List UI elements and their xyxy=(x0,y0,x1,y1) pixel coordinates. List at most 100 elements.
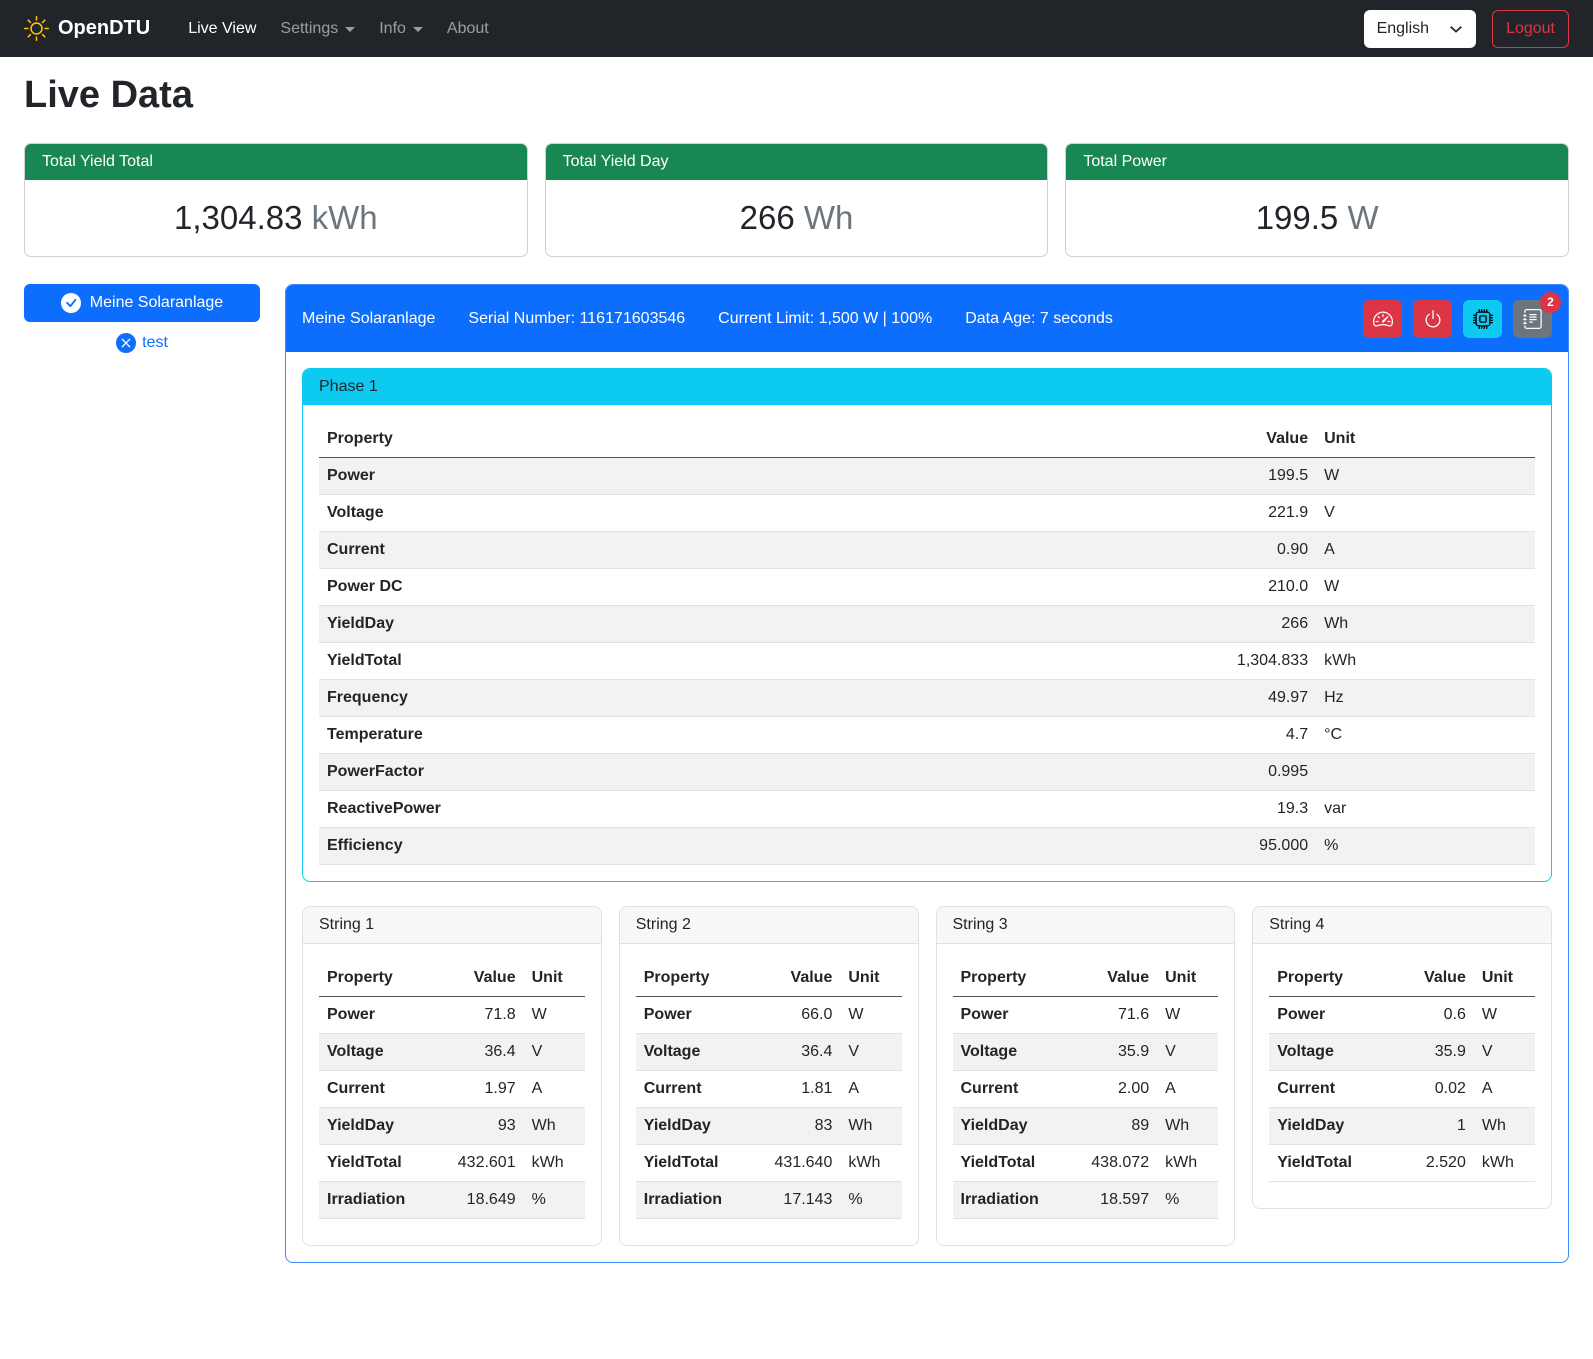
table-header-row: Property Value Unit xyxy=(1269,960,1535,997)
property-cell: Voltage xyxy=(319,495,1024,532)
unit-cell: var xyxy=(1316,791,1535,828)
event-log-button[interactable]: 2 xyxy=(1513,300,1552,338)
value-cell: 66.0 xyxy=(755,997,840,1034)
inverter-sidebar: Meine Solaranlage test xyxy=(24,284,260,353)
table-row: YieldDay83Wh xyxy=(636,1108,902,1145)
inverter-item-test[interactable]: test xyxy=(24,333,260,353)
nav-item-info[interactable]: Info xyxy=(369,12,433,46)
property-cell: Power xyxy=(319,997,439,1034)
property-cell: Voltage xyxy=(636,1034,756,1071)
check-circle-icon xyxy=(61,293,81,313)
value-cell: 18.597 xyxy=(1072,1182,1157,1219)
column-header-unit: Unit xyxy=(840,960,901,997)
summary-card-value: 1,304.83 xyxy=(174,199,302,236)
power-button[interactable] xyxy=(1413,300,1452,338)
phase-card: Phase 1 Property Value Unit Power199.5WV… xyxy=(302,368,1552,882)
column-header-property: Property xyxy=(319,421,1024,458)
table-row: YieldDay93Wh xyxy=(319,1108,585,1145)
unit-cell: kWh xyxy=(840,1145,901,1182)
table-row: Power199.5W xyxy=(319,458,1535,495)
inverter-select-label: Meine Solaranlage xyxy=(90,294,223,312)
summary-card-total-yield-day: Total Yield Day 266 Wh xyxy=(545,143,1049,257)
value-cell: 438.072 xyxy=(1072,1145,1157,1182)
table-row: Power0.6W xyxy=(1269,997,1535,1034)
value-cell: 221.9 xyxy=(1024,495,1316,532)
journal-text-icon xyxy=(1523,309,1543,329)
table-row: YieldDay89Wh xyxy=(953,1108,1219,1145)
table-row: Power71.6W xyxy=(953,997,1219,1034)
table-row: YieldTotal432.601kWh xyxy=(319,1145,585,1182)
table-row: Irradiation17.143% xyxy=(636,1182,902,1219)
string-card: String 3 Property Value Unit xyxy=(936,906,1236,1246)
table-row: Efficiency95.000% xyxy=(319,828,1535,865)
property-cell: YieldDay xyxy=(636,1108,756,1145)
value-cell: 431.640 xyxy=(755,1145,840,1182)
value-cell: 1.81 xyxy=(755,1071,840,1108)
unit-cell: % xyxy=(524,1182,585,1219)
unit-cell: W xyxy=(840,997,901,1034)
column-header-value: Value xyxy=(439,960,524,997)
device-info-button[interactable] xyxy=(1463,300,1502,338)
nav-item-label: About xyxy=(447,20,489,38)
language-select-value: English xyxy=(1377,20,1429,38)
string-card: String 4 Property Value Unit xyxy=(1252,906,1552,1209)
unit-cell: Wh xyxy=(840,1108,901,1145)
value-cell: 199.5 xyxy=(1024,458,1316,495)
unit-cell: A xyxy=(1474,1071,1535,1108)
table-row: YieldTotal438.072kWh xyxy=(953,1145,1219,1182)
language-select[interactable]: English xyxy=(1364,10,1476,48)
property-cell: YieldTotal xyxy=(953,1145,1073,1182)
value-cell: 36.4 xyxy=(439,1034,524,1071)
property-cell: Power xyxy=(636,997,756,1034)
unit-cell: W xyxy=(1157,997,1218,1034)
table-row: ReactivePower19.3var xyxy=(319,791,1535,828)
table-row: Current1.81A xyxy=(636,1071,902,1108)
summary-card-unit: kWh xyxy=(312,199,378,236)
brand[interactable]: OpenDTU xyxy=(24,16,150,41)
table-row: Power DC210.0W xyxy=(319,569,1535,606)
unit-cell: W xyxy=(1474,997,1535,1034)
value-cell: 19.3 xyxy=(1024,791,1316,828)
unit-cell: A xyxy=(1157,1071,1218,1108)
logout-button[interactable]: Logout xyxy=(1492,10,1569,48)
limit-settings-button[interactable] xyxy=(1363,300,1402,338)
value-cell: 0.90 xyxy=(1024,532,1316,569)
inverter-select-button[interactable]: Meine Solaranlage xyxy=(24,284,260,322)
unit-cell: °C xyxy=(1316,717,1535,754)
event-count-badge: 2 xyxy=(1540,292,1561,313)
summary-card-value: 266 xyxy=(740,199,795,236)
property-cell: Power DC xyxy=(319,569,1024,606)
nav-links: Live View Settings Info About xyxy=(178,12,1363,46)
inverter-actions: 2 xyxy=(1363,300,1552,338)
summary-card-title: Total Power xyxy=(1066,144,1568,180)
content-row: Meine Solaranlage test Meine Solaranlage… xyxy=(0,257,1593,1291)
column-header-property: Property xyxy=(953,960,1073,997)
value-cell: 1 xyxy=(1389,1108,1474,1145)
unit-cell: kWh xyxy=(524,1145,585,1182)
summary-card-total-power: Total Power 199.5 W xyxy=(1065,143,1569,257)
property-cell: YieldTotal xyxy=(319,1145,439,1182)
table-row: Current1.97A xyxy=(319,1071,585,1108)
property-cell: PowerFactor xyxy=(319,754,1024,791)
property-cell: Voltage xyxy=(319,1034,439,1071)
value-cell: 35.9 xyxy=(1389,1034,1474,1071)
summary-card-total-yield-total: Total Yield Total 1,304.83 kWh xyxy=(24,143,528,257)
property-cell: YieldTotal xyxy=(636,1145,756,1182)
unit-cell: kWh xyxy=(1474,1145,1535,1182)
unit-cell: W xyxy=(524,997,585,1034)
inverter-limit: Current Limit: 1,500 W | 100% xyxy=(718,310,932,328)
nav-item-settings[interactable]: Settings xyxy=(270,12,365,46)
nav-item-about[interactable]: About xyxy=(437,12,499,46)
unit-cell: Hz xyxy=(1316,680,1535,717)
table-row: Current0.02A xyxy=(1269,1071,1535,1108)
table-row: Power71.8W xyxy=(319,997,585,1034)
property-cell: Current xyxy=(1269,1071,1389,1108)
table-row: Voltage36.4V xyxy=(636,1034,902,1071)
nav-item-live-view[interactable]: Live View xyxy=(178,12,266,46)
property-cell: YieldDay xyxy=(953,1108,1073,1145)
property-cell: Voltage xyxy=(1269,1034,1389,1071)
unit-cell: A xyxy=(840,1071,901,1108)
unit-cell: W xyxy=(1316,569,1535,606)
unit-cell: Wh xyxy=(1316,606,1535,643)
value-cell: 4.7 xyxy=(1024,717,1316,754)
